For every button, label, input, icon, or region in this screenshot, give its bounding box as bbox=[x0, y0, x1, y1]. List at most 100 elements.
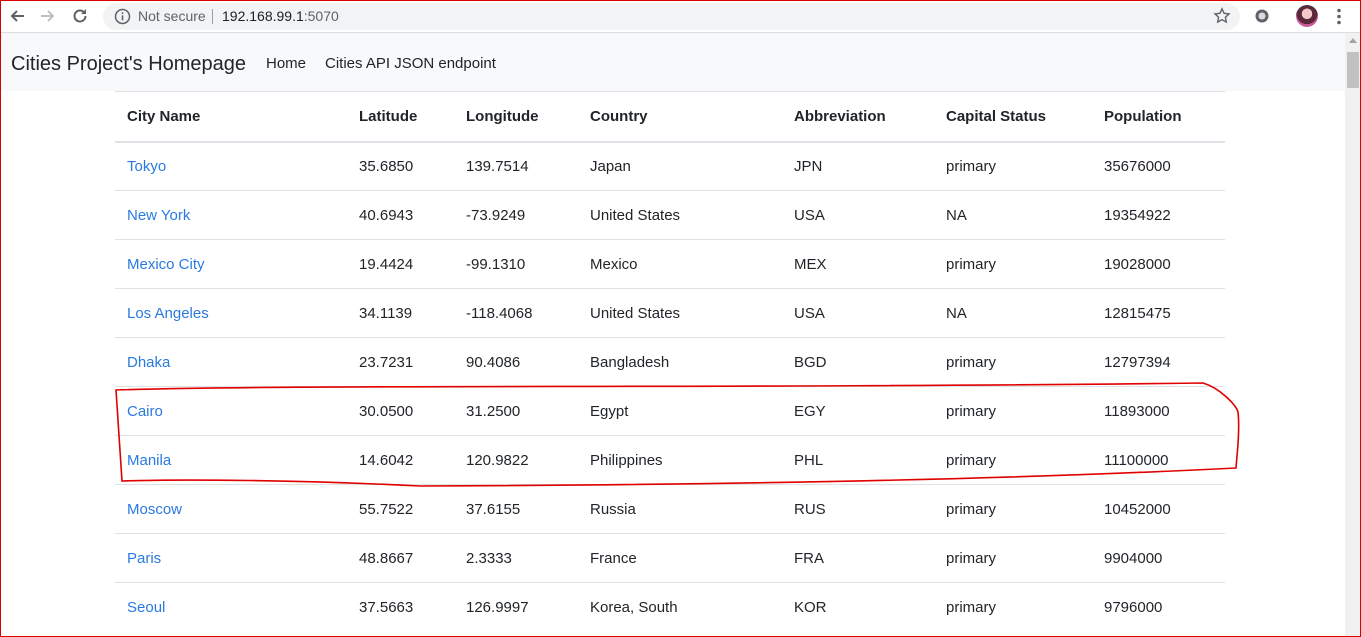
longitude-cell: 139.7514 bbox=[454, 141, 578, 191]
longitude-cell: -73.9249 bbox=[454, 190, 578, 240]
country-cell: Philippines bbox=[578, 435, 782, 485]
address-bar[interactable]: Not secure 192.168.99.1:5070 bbox=[103, 3, 1240, 30]
city-link[interactable]: Cairo bbox=[127, 403, 163, 420]
city-link[interactable]: Seoul bbox=[127, 599, 165, 616]
column-header: Capital Status bbox=[934, 91, 1092, 143]
back-button[interactable] bbox=[7, 6, 27, 26]
column-header: Population bbox=[1092, 91, 1225, 143]
capital-status-cell: primary bbox=[934, 386, 1092, 436]
latitude-cell: 30.0500 bbox=[347, 386, 454, 436]
capital-status-cell: NA bbox=[934, 190, 1092, 240]
abbreviation-cell: USA bbox=[782, 288, 934, 338]
city-link[interactable]: Tokyo bbox=[127, 158, 166, 175]
more-vert-icon[interactable] bbox=[1332, 8, 1346, 25]
abbreviation-cell: JPN bbox=[782, 141, 934, 191]
reload-button[interactable] bbox=[70, 6, 90, 26]
longitude-cell: 31.2500 bbox=[454, 386, 578, 436]
reload-icon bbox=[73, 9, 87, 23]
security-status[interactable]: Not secure bbox=[138, 8, 206, 25]
latitude-cell: 34.1139 bbox=[347, 288, 454, 338]
city-link[interactable]: Mexico City bbox=[127, 256, 205, 273]
forward-button[interactable] bbox=[38, 6, 58, 26]
table-row: Seoul 37.5663 126.9997 Korea, South KOR … bbox=[115, 582, 1225, 632]
city-link[interactable]: New York bbox=[127, 207, 190, 224]
capital-status-cell: primary bbox=[934, 582, 1092, 632]
population-cell: 9796000 bbox=[1092, 582, 1225, 632]
country-cell: United States bbox=[578, 288, 782, 338]
population-cell: 19028000 bbox=[1092, 239, 1225, 289]
longitude-cell: 90.4086 bbox=[454, 337, 578, 387]
latitude-cell: 55.7522 bbox=[347, 484, 454, 534]
population-cell: 11893000 bbox=[1092, 386, 1225, 436]
extension-icon[interactable] bbox=[1254, 8, 1270, 24]
country-cell: Russia bbox=[578, 484, 782, 534]
country-cell: France bbox=[578, 533, 782, 583]
city-cell: New York bbox=[115, 190, 347, 240]
country-cell: Mexico bbox=[578, 239, 782, 289]
population-cell: 9904000 bbox=[1092, 533, 1225, 583]
url-host: 192.168.99.1 bbox=[222, 8, 304, 24]
nav-api-link[interactable]: Cities API JSON endpoint bbox=[325, 54, 496, 73]
column-header: Abbreviation bbox=[782, 91, 934, 143]
country-cell: United States bbox=[578, 190, 782, 240]
latitude-cell: 19.4424 bbox=[347, 239, 454, 289]
city-link[interactable]: Moscow bbox=[127, 501, 182, 518]
scroll-up-arrow-icon[interactable] bbox=[1349, 38, 1357, 43]
city-cell: Los Angeles bbox=[115, 288, 347, 338]
column-header: Country bbox=[578, 91, 782, 143]
table-row: New York 40.6943 -73.9249 United States … bbox=[115, 190, 1225, 240]
abbreviation-cell: PHL bbox=[782, 435, 934, 485]
cities-table: City Name Latitude Longitude Country Abb… bbox=[115, 91, 1225, 632]
country-cell: Egypt bbox=[578, 386, 782, 436]
population-cell: 11100000 bbox=[1092, 435, 1225, 485]
city-link[interactable]: Los Angeles bbox=[127, 305, 209, 322]
site-brand[interactable]: Cities Project's Homepage bbox=[11, 52, 246, 76]
capital-status-cell: NA bbox=[934, 288, 1092, 338]
city-cell: Moscow bbox=[115, 484, 347, 534]
city-cell: Seoul bbox=[115, 582, 347, 632]
longitude-cell: -118.4068 bbox=[454, 288, 578, 338]
latitude-cell: 48.8667 bbox=[347, 533, 454, 583]
page-scrollbar[interactable] bbox=[1345, 33, 1361, 637]
abbreviation-cell: FRA bbox=[782, 533, 934, 583]
capital-status-cell: primary bbox=[934, 484, 1092, 534]
city-cell: Manila bbox=[115, 435, 347, 485]
abbreviation-cell: USA bbox=[782, 190, 934, 240]
city-link[interactable]: Dhaka bbox=[127, 354, 170, 371]
city-link[interactable]: Manila bbox=[127, 452, 171, 469]
star-icon[interactable] bbox=[1213, 7, 1231, 25]
population-cell: 35676000 bbox=[1092, 141, 1225, 191]
latitude-cell: 14.6042 bbox=[347, 435, 454, 485]
table-row: Mexico City 19.4424 -99.1310 Mexico MEX … bbox=[115, 239, 1225, 289]
longitude-cell: -99.1310 bbox=[454, 239, 578, 289]
abbreviation-cell: RUS bbox=[782, 484, 934, 534]
city-cell: Mexico City bbox=[115, 239, 347, 289]
city-link[interactable]: Paris bbox=[127, 550, 161, 567]
table-row: Los Angeles 34.1139 -118.4068 United Sta… bbox=[115, 288, 1225, 338]
column-header: City Name bbox=[115, 91, 347, 143]
table-row: Cairo 30.0500 31.2500 Egypt EGY primary … bbox=[115, 386, 1225, 436]
longitude-cell: 37.6155 bbox=[454, 484, 578, 534]
column-header: Longitude bbox=[454, 91, 578, 143]
longitude-cell: 2.3333 bbox=[454, 533, 578, 583]
info-icon[interactable] bbox=[114, 8, 131, 25]
country-cell: Japan bbox=[578, 141, 782, 191]
scrollbar-thumb[interactable] bbox=[1347, 52, 1359, 88]
arrow-left-icon bbox=[10, 10, 24, 22]
latitude-cell: 23.7231 bbox=[347, 337, 454, 387]
table-row: Moscow 55.7522 37.6155 Russia RUS primar… bbox=[115, 484, 1225, 534]
nav-home-link[interactable]: Home bbox=[266, 54, 306, 73]
url-port: :5070 bbox=[303, 8, 339, 24]
column-header: Latitude bbox=[347, 91, 454, 143]
arrow-right-icon bbox=[41, 10, 55, 22]
country-cell: Bangladesh bbox=[578, 337, 782, 387]
table-header-row: City Name Latitude Longitude Country Abb… bbox=[115, 91, 1225, 143]
abbreviation-cell: EGY bbox=[782, 386, 934, 436]
abbreviation-cell: MEX bbox=[782, 239, 934, 289]
url-text[interactable]: 192.168.99.1:5070 bbox=[222, 8, 339, 25]
capital-status-cell: primary bbox=[934, 533, 1092, 583]
profile-avatar[interactable] bbox=[1296, 5, 1318, 27]
capital-status-cell: primary bbox=[934, 435, 1092, 485]
population-cell: 10452000 bbox=[1092, 484, 1225, 534]
longitude-cell: 120.9822 bbox=[454, 435, 578, 485]
